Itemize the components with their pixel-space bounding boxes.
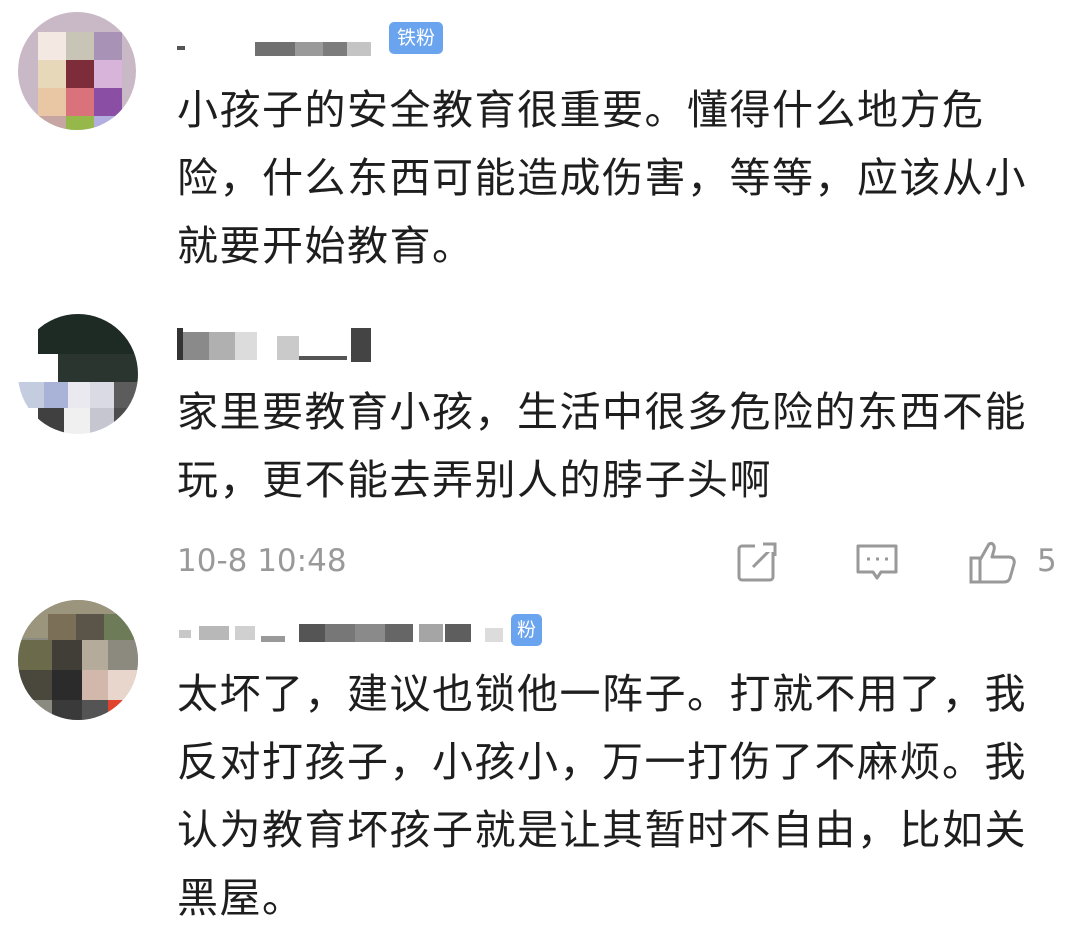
avatar[interactable] [18,12,136,130]
comment-item: 粉 太坏了，建议也锁他一阵子。打就不用了，我反对打孩子，小孩小，万一打伤了不麻烦… [0,596,1080,931]
comment-item: 铁粉 小孩子的安全教育很重要。懂得什么地方危险，什么东西可能造成伤害，等等，应该… [0,0,1080,300]
comment-text: 家里要教育小孩，生活中很多危险的东西不能玩，更不能去弄别人的脖子头啊 [177,388,1027,504]
username-blurred [177,328,377,364]
comment-text: 太坏了，建议也锁他一阵子。打就不用了，我反对打孩子，小孩小，万一打伤了不麻烦。我… [177,670,1027,922]
username[interactable] [177,328,397,368]
username-blurred [177,40,377,60]
comment-meta: 10-8 10:48 5 [177,538,1067,584]
username-blurred [177,620,509,646]
avatar[interactable] [18,600,138,720]
like-count: 5 [1037,543,1057,579]
timestamp: 10-8 10:48 [177,543,347,579]
avatar[interactable] [18,314,138,434]
comment-icon[interactable] [855,540,899,584]
like-icon[interactable] [969,540,1017,584]
comment-text: 小孩子的安全教育很重要。懂得什么地方危险，什么东西可能造成伤害，等等，应该从小就… [177,86,1027,270]
share-icon[interactable] [735,540,779,584]
username[interactable]: 铁粉 [177,22,457,62]
username[interactable]: 粉 [177,608,557,648]
fan-badge: 粉 [511,614,543,646]
fan-badge: 铁粉 [389,22,444,54]
